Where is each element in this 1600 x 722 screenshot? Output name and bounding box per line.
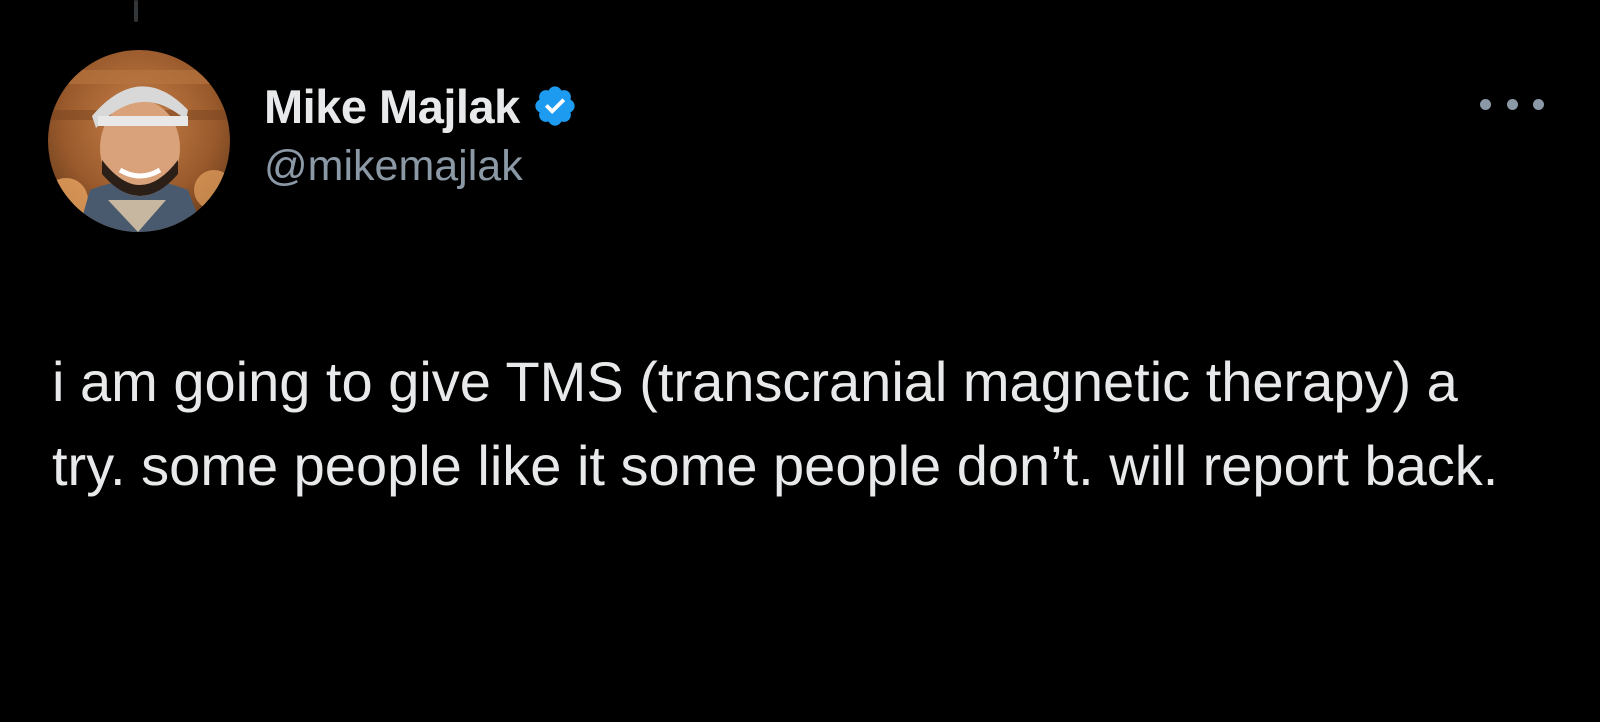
tweet: Mike Majlak @mikemajlak i am going to gi… bbox=[0, 0, 1600, 722]
verified-badge-icon bbox=[535, 86, 575, 126]
ellipsis-icon bbox=[1480, 98, 1491, 110]
author-name-row: Mike Majlak bbox=[264, 78, 578, 134]
author-block: Mike Majlak @mikemajlak bbox=[264, 78, 578, 191]
profile-photo-icon bbox=[48, 50, 230, 232]
tweet-text: i am going to give TMS (transcranial mag… bbox=[52, 350, 1499, 497]
more-options-button[interactable] bbox=[1480, 92, 1544, 116]
ellipsis-icon bbox=[1506, 98, 1518, 110]
ellipsis-icon bbox=[1533, 98, 1544, 110]
author-display-name[interactable]: Mike Majlak bbox=[264, 79, 520, 134]
avatar[interactable] bbox=[48, 50, 230, 232]
author-handle[interactable]: @mikemajlak bbox=[264, 142, 578, 191]
